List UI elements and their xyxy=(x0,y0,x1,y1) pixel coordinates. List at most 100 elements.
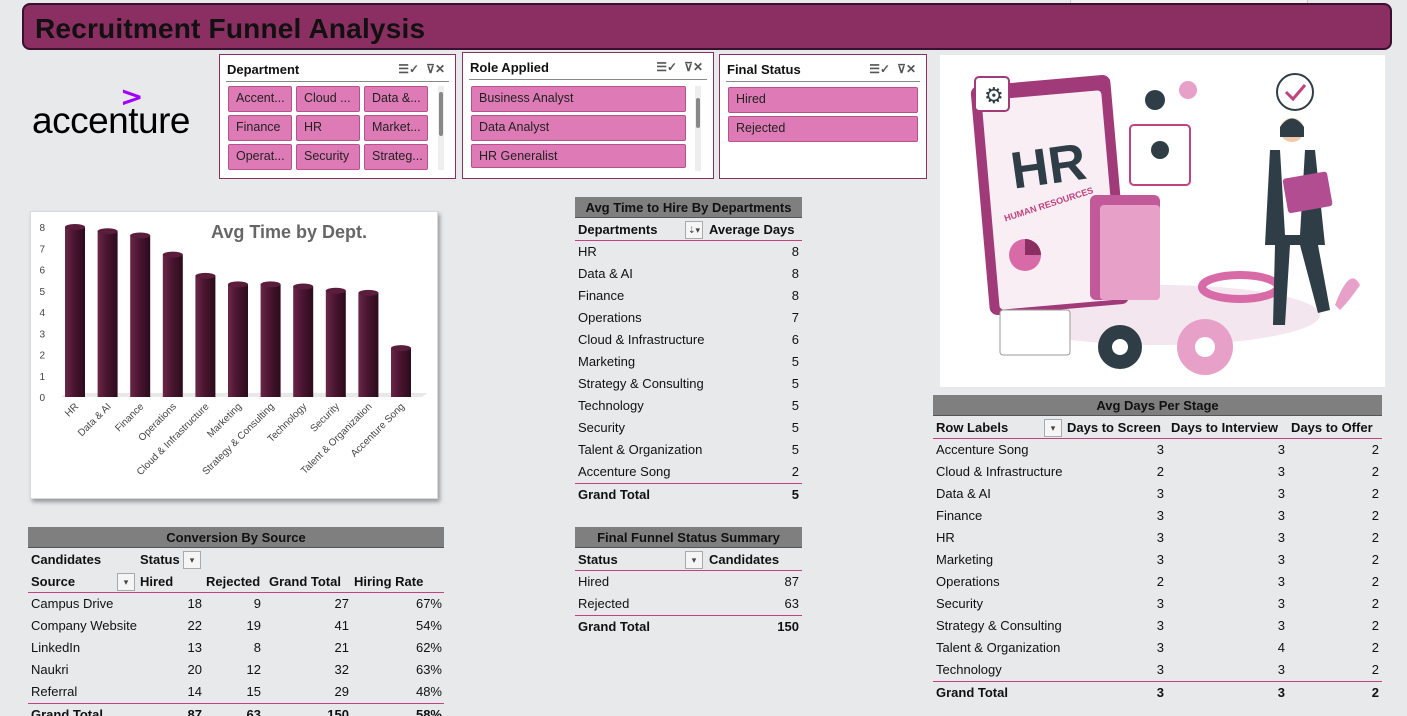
stage-col-offer: Days to Offer xyxy=(1291,420,1373,435)
chart-bar[interactable] xyxy=(358,292,379,397)
table-cell: 2 xyxy=(1371,530,1379,545)
table-cell: Accenture Song xyxy=(936,442,1029,457)
dropdown-icon[interactable]: ▾ xyxy=(685,551,703,569)
dept-chip[interactable]: Finance xyxy=(228,115,292,141)
conversion-candidates-label: Candidates xyxy=(31,552,102,567)
table-row: Data & AI 3 3 2 xyxy=(933,483,1382,505)
table-row: Company Website 22 19 41 54% xyxy=(28,615,444,637)
dept-chip[interactable]: Market... xyxy=(364,115,428,141)
dropdown-icon[interactable]: ▾ xyxy=(117,573,135,591)
chart-bar[interactable] xyxy=(130,235,151,398)
table-cell: 3 xyxy=(1277,685,1285,700)
table-cell: 3 xyxy=(1277,442,1285,457)
chart-bar[interactable] xyxy=(228,284,248,397)
chart-bar-cap xyxy=(65,224,85,230)
status-chip[interactable]: Rejected xyxy=(728,116,918,142)
table-cell: 3 xyxy=(1277,574,1285,589)
chart-bar[interactable] xyxy=(195,275,216,397)
role-chip[interactable]: HR Generalist xyxy=(471,144,686,168)
clear-filter-icon[interactable]: ⊽✕ xyxy=(426,62,445,76)
chart-bar-cap xyxy=(130,232,151,239)
y-tick-label: 8 xyxy=(39,223,45,234)
dept-chip[interactable]: Strateg... xyxy=(364,144,428,170)
role-scrollbar[interactable] xyxy=(695,86,701,171)
y-tick-label: 7 xyxy=(39,244,45,255)
table-row: Accenture Song 3 3 2 xyxy=(933,439,1382,461)
chart-bar[interactable] xyxy=(162,254,183,397)
table-cell: Technology xyxy=(936,662,1002,677)
table-row: Talent & Organization 3 4 2 xyxy=(933,637,1382,659)
funnel-table-title: Final Funnel Status Summary xyxy=(575,527,802,548)
chart-bar[interactable] xyxy=(391,348,411,397)
clear-filter-icon[interactable]: ⊽✕ xyxy=(897,62,916,76)
chart-bar-cap xyxy=(195,272,216,279)
role-slicer[interactable]: Role Applied ☰✓ ⊽✕ Business Analyst Data… xyxy=(462,52,714,179)
multi-select-icon[interactable]: ☰✓ xyxy=(398,62,419,76)
table-cell: Data & AI xyxy=(578,266,633,281)
table-cell: Referral xyxy=(31,684,78,699)
funnel-header-row: Status ▾ Candidates xyxy=(575,549,802,571)
conversion-col-total: Grand Total xyxy=(269,574,341,589)
dept-chip[interactable]: Data &... xyxy=(364,86,428,112)
table-cell: 15 xyxy=(246,684,261,699)
grand-total-row: Grand Total 5 xyxy=(575,483,802,505)
table-cell: 3 xyxy=(1156,530,1164,545)
chart-bar-cap xyxy=(325,287,346,294)
table-row: Security 5 xyxy=(575,417,802,439)
table-cell: 2 xyxy=(1371,640,1379,655)
table-row: Cloud & Infrastructure 6 xyxy=(575,329,802,351)
department-scrollbar[interactable] xyxy=(438,86,444,170)
table-cell: 3 xyxy=(1156,508,1164,523)
dropdown-icon[interactable]: ▾ xyxy=(183,551,201,569)
table-cell: 48% xyxy=(415,684,442,699)
chart-bar[interactable] xyxy=(97,231,118,397)
table-cell: Talent & Organization xyxy=(578,442,703,457)
multi-select-icon[interactable]: ☰✓ xyxy=(869,62,890,76)
role-chip[interactable]: Data Analyst xyxy=(471,115,686,141)
avg-time-chart[interactable]: Avg Time by Dept. 0 1 2 3 4 5 6 7 8 HR Data & AI Fi… xyxy=(30,211,438,499)
chart-bar[interactable] xyxy=(325,290,346,397)
table-cell: 5 xyxy=(791,354,799,369)
dept-chip[interactable]: HR xyxy=(296,115,360,141)
table-cell: 3 xyxy=(1156,662,1164,677)
table-cell: 3 xyxy=(1277,508,1285,523)
table-cell: 4 xyxy=(1277,640,1285,655)
chart-bar[interactable] xyxy=(293,286,314,398)
chart-bar-cap xyxy=(228,281,248,288)
multi-select-icon[interactable]: ☰✓ xyxy=(656,60,677,74)
department-slicer-header: Department ☰✓ ⊽✕ xyxy=(226,60,449,82)
x-tick-label: Finance xyxy=(113,401,146,434)
table-row: Talent & Organization 5 xyxy=(575,439,802,461)
table-cell: 3 xyxy=(1277,486,1285,501)
dept-chip[interactable]: Accent... xyxy=(228,86,292,112)
role-chip[interactable]: Business Analyst xyxy=(471,86,686,112)
chart-bar-cap xyxy=(391,345,411,352)
table-row: Campus Drive 18 9 27 67% xyxy=(28,593,444,615)
table-cell: 54% xyxy=(415,618,442,633)
table-cell: 150 xyxy=(327,707,349,716)
department-slicer[interactable]: Department ☰✓ ⊽✕ Accent... Cloud ... Dat… xyxy=(219,54,456,179)
chart-bar[interactable] xyxy=(65,227,85,397)
table-cell: 2 xyxy=(791,464,799,479)
y-tick-label: 4 xyxy=(39,308,45,319)
status-slicer[interactable]: Final Status ☰✓ ⊽✕ Hired Rejected xyxy=(719,54,927,179)
table-row: Marketing 3 3 2 xyxy=(933,549,1382,571)
filter-dropdown-icon[interactable]: ⇣▾ xyxy=(685,221,703,239)
table-cell: 22 xyxy=(187,618,202,633)
table-cell: 13 xyxy=(187,640,202,655)
status-chip[interactable]: Hired xyxy=(728,87,918,113)
chart-bar[interactable] xyxy=(260,284,281,397)
table-cell: Marketing xyxy=(936,552,994,567)
table-cell: 87 xyxy=(784,574,799,589)
dept-chip[interactable]: Operat... xyxy=(228,144,292,170)
total-label: Grand Total xyxy=(578,487,650,502)
dropdown-icon[interactable]: ▾ xyxy=(1044,419,1062,437)
table-cell: 7 xyxy=(791,310,799,325)
table-cell: 2 xyxy=(1371,662,1379,677)
dept-chip[interactable]: Security xyxy=(296,144,360,170)
table-row: Operations 2 3 2 xyxy=(933,571,1382,593)
clear-filter-icon[interactable]: ⊽✕ xyxy=(684,60,703,74)
dept-chip[interactable]: Cloud ... xyxy=(296,86,360,112)
y-tick-label: 2 xyxy=(39,351,45,362)
table-cell: 27 xyxy=(334,596,349,611)
